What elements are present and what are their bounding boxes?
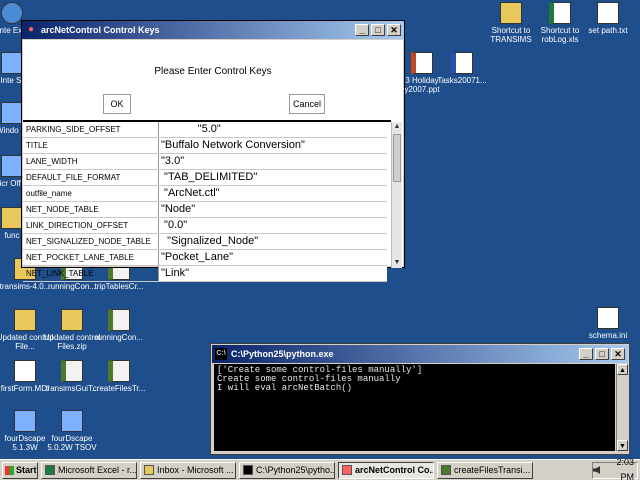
key-label: TITLE <box>26 141 48 150</box>
folder-icon <box>14 309 36 331</box>
ok-button[interactable]: OK <box>103 94 131 114</box>
key-label: DEFAULT_FILE_FORMAT <box>26 173 121 182</box>
scroll-thumb[interactable] <box>393 134 401 182</box>
taskbar: Start Microsoft Excel - r... Inbox - Mic… <box>0 457 640 480</box>
python-file-icon <box>108 360 130 382</box>
windows-logo-icon <box>5 465 14 475</box>
grid-row: NET_POCKET_LANE_TABLE <box>23 250 387 266</box>
value-input[interactable] <box>158 234 387 249</box>
grid-row: LINK_DIRECTION_OFFSET <box>23 218 387 234</box>
key-label: NET_LINK_TABLE <box>26 269 94 278</box>
desktop-icon-tasks[interactable]: Tasks20071... <box>432 52 492 85</box>
close-button[interactable]: ✕ <box>387 24 401 36</box>
scroll-up-icon[interactable]: ▲ <box>392 122 402 132</box>
scroll-down-icon[interactable]: ▼ <box>617 440 628 451</box>
scroll-down-icon[interactable]: ▼ <box>392 258 402 268</box>
python-file-icon <box>108 309 130 331</box>
cancel-button[interactable]: Cancel <box>289 94 325 114</box>
console-maximize-button[interactable]: □ <box>595 348 609 360</box>
dialog-titlebar[interactable]: ● arcNetControl Control Keys _ □ ✕ <box>22 21 404 39</box>
value-input[interactable] <box>158 138 387 153</box>
key-label: outfile_name <box>26 189 72 198</box>
control-keys-grid: PARKING_SIDE_OFFSET TITLE LANE_WIDTH DEF… <box>23 122 387 282</box>
grid-row: PARKING_SIDE_OFFSET <box>23 122 387 138</box>
internet-explorer-icon <box>1 2 23 24</box>
python-app-icon <box>342 465 352 475</box>
app-icon <box>1 52 23 74</box>
value-input[interactable] <box>158 266 387 281</box>
word-file-icon <box>451 52 473 74</box>
desktop-icon-setpath[interactable]: set path.txt <box>578 2 638 35</box>
key-label: NET_SIGNALIZED_NODE_TABLE <box>26 237 151 246</box>
scroll-up-icon[interactable]: ▲ <box>617 364 628 375</box>
key-label: LINK_DIRECTION_OFFSET <box>26 221 129 230</box>
app-icon <box>1 102 23 124</box>
python-file-icon <box>61 360 83 382</box>
settings-file-icon <box>597 307 619 329</box>
excel-file-icon <box>549 2 571 24</box>
value-input[interactable] <box>158 218 387 233</box>
key-label: PARKING_SIDE_OFFSET <box>26 125 121 134</box>
taskbar-item-excel[interactable]: Microsoft Excel - r... <box>41 461 137 479</box>
key-label: LANE_WIDTH <box>26 157 78 166</box>
console-line: I will eval arcNetBatch() <box>217 383 353 393</box>
value-input[interactable] <box>158 250 387 265</box>
python-app-icon <box>441 465 451 475</box>
app-icon <box>1 155 23 177</box>
console-titlebar[interactable]: C:\ C:\Python25\python.exe _ □ ✕ <box>212 345 628 363</box>
outlook-icon <box>144 465 154 475</box>
taskbar-item-arcnetcontrol[interactable]: arcNetControl Co... <box>338 461 434 479</box>
console-output[interactable]: ['Create some control-files manually'] C… <box>214 364 615 451</box>
console-close-button[interactable]: ✕ <box>611 348 625 360</box>
powerpoint-file-icon <box>411 52 433 74</box>
control-keys-dialog: ● arcNetControl Control Keys _ □ ✕ Pleas… <box>21 20 405 282</box>
app-icon <box>14 410 36 432</box>
console-scrollbar[interactable]: ▲ ▼ <box>616 364 628 451</box>
console-icon <box>243 465 253 475</box>
desktop-icon-createfiles[interactable]: createFilesTr... <box>89 360 149 393</box>
start-button[interactable]: Start <box>2 461 38 479</box>
console-minimize-button[interactable]: _ <box>579 348 593 360</box>
console-window: C:\ C:\Python25\python.exe _ □ ✕ ['Creat… <box>210 343 630 455</box>
desktop-icon-fourdscape-2[interactable]: fourDscape 5.0.2W TSOV <box>42 410 102 452</box>
excel-icon <box>45 465 55 475</box>
dialog-body: Please Enter Control Keys OK Cancel PARK… <box>23 40 403 282</box>
folder-icon <box>1 207 23 229</box>
python-app-icon: ● <box>27 24 35 35</box>
value-input[interactable] <box>158 202 387 217</box>
desktop-icon-runningcon-2[interactable]: runningCon... <box>89 309 149 342</box>
grid-row: DEFAULT_FILE_FORMAT <box>23 170 387 186</box>
console-title: C:\Python25\python.exe <box>231 349 334 359</box>
grid-scrollbar[interactable]: ▲ ▼ <box>391 122 402 268</box>
grid-row: outfile_name <box>23 186 387 202</box>
zip-icon <box>61 309 83 331</box>
grid-row: NET_LINK_TABLE <box>23 266 387 282</box>
value-input[interactable] <box>158 122 387 137</box>
value-input[interactable] <box>158 170 387 185</box>
taskbar-item-inbox[interactable]: Inbox - Microsoft ... <box>140 461 236 479</box>
grid-row: NET_SIGNALIZED_NODE_TABLE <box>23 234 387 250</box>
taskbar-item-createfiles[interactable]: createFilesTransi... <box>437 461 533 479</box>
document-icon <box>14 360 36 382</box>
dialog-prompt: Please Enter Control Keys <box>154 66 272 77</box>
taskbar-item-python-console[interactable]: C:\Python25\pytho... <box>239 461 335 479</box>
console-icon: C:\ <box>215 348 227 360</box>
value-input[interactable] <box>158 186 387 201</box>
grid-row: NET_NODE_TABLE <box>23 202 387 218</box>
folder-icon <box>500 2 522 24</box>
dialog-title: arcNetControl Control Keys <box>41 25 160 35</box>
app-icon <box>61 410 83 432</box>
grid-row: TITLE <box>23 138 387 154</box>
key-label: NET_POCKET_LANE_TABLE <box>26 253 134 262</box>
key-label: NET_NODE_TABLE <box>26 205 99 214</box>
system-tray: 2:03 PM <box>592 457 638 480</box>
value-input[interactable] <box>158 154 387 169</box>
speaker-icon[interactable] <box>593 466 601 474</box>
grid-row: LANE_WIDTH <box>23 154 387 170</box>
maximize-button[interactable]: □ <box>371 24 385 36</box>
desktop-icon-schema[interactable]: schema.ini <box>578 307 638 340</box>
text-file-icon <box>597 2 619 24</box>
clock[interactable]: 2:03 PM <box>604 455 634 480</box>
minimize-button[interactable]: _ <box>355 24 369 36</box>
